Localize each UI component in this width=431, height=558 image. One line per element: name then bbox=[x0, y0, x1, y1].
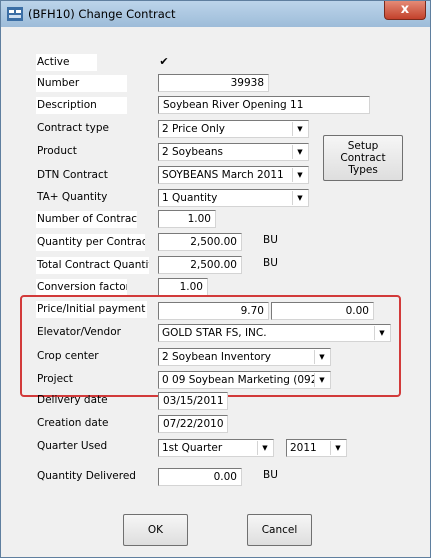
project-select[interactable]: 0 09 Soybean Marketing (092_SI ▼ bbox=[158, 371, 331, 389]
chevron-down-icon[interactable]: ▼ bbox=[292, 191, 307, 205]
elevator-vendor-select[interactable]: GOLD STAR FS, INC. ▼ bbox=[158, 324, 391, 342]
project-value: 0 09 Soybean Marketing (092_SI bbox=[162, 374, 314, 386]
price-label: Price/Initial payment bbox=[36, 301, 147, 318]
creation-date-field[interactable]: 07/22/2010 bbox=[158, 415, 228, 433]
qty-per-contract-unit: BU bbox=[263, 234, 278, 246]
quarter-year-select[interactable]: 2011 ▼ bbox=[286, 439, 347, 457]
quarter-used-value: 1st Quarter bbox=[162, 442, 223, 454]
cancel-button[interactable]: Cancel bbox=[247, 514, 312, 546]
total-qty-field[interactable]: 2,500.00 bbox=[158, 256, 242, 274]
chevron-down-icon[interactable]: ▼ bbox=[374, 326, 389, 340]
dtn-contract-label: DTN Contract bbox=[37, 169, 108, 181]
close-icon: x bbox=[400, 2, 410, 17]
elevator-vendor-label: Elevator/Vendor bbox=[37, 326, 121, 338]
chevron-down-icon[interactable]: ▼ bbox=[292, 145, 307, 159]
dtn-contract-value: SOYBEANS March 2011 bbox=[162, 169, 284, 181]
change-contract-window: (BFH10) Change Contract x Active ✔ Numbe… bbox=[0, 0, 431, 558]
ok-button[interactable]: OK bbox=[123, 514, 188, 546]
initial-payment-field[interactable]: 0.00 bbox=[271, 302, 374, 320]
chevron-down-icon[interactable]: ▼ bbox=[257, 441, 272, 455]
window-title: (BFH10) Change Contract bbox=[28, 7, 176, 21]
number-field[interactable]: 39938 bbox=[158, 74, 269, 92]
product-value: 2 Soybeans bbox=[162, 146, 224, 158]
contract-type-value: 2 Price Only bbox=[162, 123, 226, 135]
conversion-factor-field[interactable]: 1.00 bbox=[158, 278, 208, 296]
number-label: Number bbox=[36, 75, 127, 92]
chevron-down-icon[interactable]: ▼ bbox=[314, 350, 329, 364]
chevron-down-icon[interactable]: ▼ bbox=[292, 122, 307, 136]
product-select[interactable]: 2 Soybeans ▼ bbox=[158, 143, 309, 161]
ta-quantity-value: 1 Quantity bbox=[162, 192, 218, 204]
active-checkbox[interactable]: ✔ bbox=[158, 56, 170, 68]
delivery-date-field[interactable]: 03/15/2011 bbox=[158, 392, 228, 410]
chevron-down-icon[interactable]: ▼ bbox=[330, 441, 345, 455]
title-bar[interactable]: (BFH10) Change Contract x bbox=[1, 1, 430, 27]
chevron-down-icon[interactable]: ▼ bbox=[292, 168, 307, 182]
crop-center-value: 2 Soybean Inventory bbox=[162, 351, 272, 363]
creation-date-label: Creation date bbox=[37, 417, 109, 429]
total-qty-label: Total Contract Quantity bbox=[36, 257, 149, 274]
app-icon bbox=[7, 7, 23, 21]
product-label: Product bbox=[37, 145, 77, 157]
num-contracts-field[interactable]: 1.00 bbox=[158, 210, 216, 228]
crop-center-label: Crop center bbox=[37, 350, 99, 362]
contract-type-select[interactable]: 2 Price Only ▼ bbox=[158, 120, 309, 138]
crop-center-select[interactable]: 2 Soybean Inventory ▼ bbox=[158, 348, 331, 366]
contract-type-label: Contract type bbox=[37, 122, 109, 134]
num-contracts-label: Number of Contracts bbox=[36, 211, 137, 228]
qty-per-contract-field[interactable]: 2,500.00 bbox=[158, 233, 242, 251]
ta-quantity-select[interactable]: 1 Quantity ▼ bbox=[158, 189, 309, 207]
chevron-down-icon[interactable]: ▼ bbox=[314, 373, 329, 387]
qty-delivered-label: Quantity Delivered bbox=[37, 470, 136, 482]
quarter-used-label: Quarter Used bbox=[37, 440, 108, 452]
price-field[interactable]: 9.70 bbox=[158, 302, 269, 320]
dtn-contract-select[interactable]: SOYBEANS March 2011 ▼ bbox=[158, 166, 309, 184]
quarter-year-value: 2011 bbox=[290, 442, 317, 454]
total-qty-unit: BU bbox=[263, 257, 278, 269]
description-field[interactable]: Soybean River Opening 11 bbox=[158, 96, 370, 114]
description-label: Description bbox=[36, 97, 127, 114]
ta-quantity-label: TA+ Quantity bbox=[37, 191, 108, 203]
quarter-used-select[interactable]: 1st Quarter ▼ bbox=[158, 439, 274, 457]
qty-delivered-unit: BU bbox=[263, 469, 278, 481]
elevator-vendor-value: GOLD STAR FS, INC. bbox=[162, 327, 267, 339]
delivery-date-label: Delivery date bbox=[37, 394, 108, 406]
close-button[interactable]: x bbox=[384, 1, 426, 20]
conversion-factor-label: Conversion factor bbox=[36, 279, 127, 296]
qty-delivered-field[interactable]: 0.00 bbox=[158, 468, 242, 486]
setup-contract-types-button[interactable]: Setup Contract Types bbox=[323, 135, 403, 181]
active-label: Active bbox=[36, 54, 97, 71]
project-label: Project bbox=[37, 373, 73, 385]
qty-per-contract-label: Quantity per Contract bbox=[36, 234, 145, 251]
checkmark-icon: ✔ bbox=[159, 55, 169, 68]
